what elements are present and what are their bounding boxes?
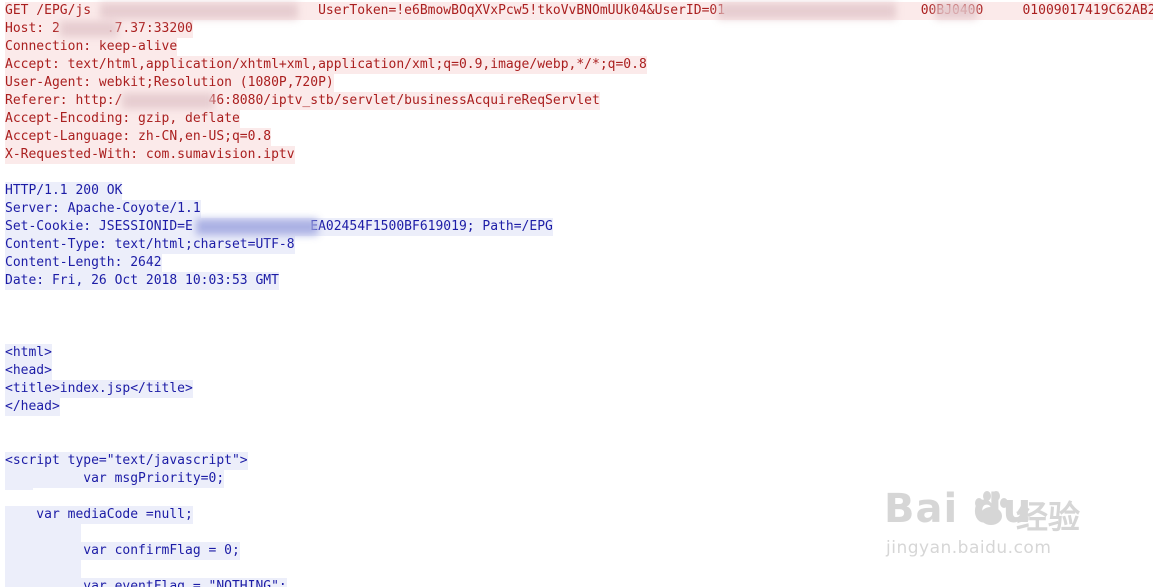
- redacted-session-id: [196, 219, 318, 235]
- head-open-tag: <head>: [5, 362, 52, 380]
- redacted-userid-2: [935, 3, 977, 19]
- redacted-host: [60, 21, 118, 37]
- redacted-userid: [718, 3, 896, 19]
- watermark-cn: 经验: [1016, 498, 1081, 536]
- watermark-url: jingyan.baidu.com: [886, 538, 1052, 558]
- body-indent-bg-3: [5, 524, 81, 544]
- html-open-tag: <html>: [5, 344, 52, 362]
- content-length-header: Content-Length: 2642: [5, 254, 162, 272]
- redacted-referer-host: [122, 93, 214, 109]
- x-requested-with-header: X-Requested-With: com.sumavision.iptv: [5, 146, 295, 164]
- redacted-path: [100, 3, 298, 19]
- user-agent-header: User-Agent: webkit;Resolution (1080P,720…: [5, 74, 334, 92]
- connection-header: Connection: keep-alive: [5, 38, 178, 56]
- accept-language-header: Accept-Language: zh-CN,en-US;q=0.8: [5, 128, 272, 146]
- code-line-confirm-flag: var confirmFlag = 0;: [5, 542, 240, 560]
- server-header: Server: Apache-Coyote/1.1: [5, 200, 201, 218]
- status-line: HTTP/1.1 200 OK: [5, 182, 123, 200]
- accept-encoding-header: Accept-Encoding: gzip, deflate: [5, 110, 240, 128]
- referer-header: Referer: http:/ 46:8080/iptv_stb/servlet…: [5, 92, 600, 110]
- content-type-header: Content-Type: text/html;charset=UTF-8: [5, 236, 295, 254]
- baidu-jingyan-watermark: Bai du 经验 jingyan.baidu.com: [884, 486, 1094, 566]
- accept-header: Accept: text/html,application/xhtml+xml,…: [5, 56, 647, 74]
- title-tag: <title>index.jsp</title>: [5, 380, 193, 398]
- code-line-media-code: var mediaCode =null;: [5, 506, 193, 524]
- head-close-tag: </head>: [5, 398, 60, 416]
- code-line-msg-priority: var msgPriority=0;: [5, 470, 225, 488]
- http-traffic-viewer: GET /EPG/js UserToken=!e6BmowBOqXVxPcw5!…: [0, 0, 1153, 587]
- script-open-tag: <script type="text/javascript">: [5, 452, 248, 470]
- paw-icon: [975, 491, 1008, 525]
- date-header: Date: Fri, 26 Oct 2018 10:03:53 GMT: [5, 272, 279, 290]
- code-line-event-flag: var eventFlag = "NOTHING";: [5, 578, 287, 587]
